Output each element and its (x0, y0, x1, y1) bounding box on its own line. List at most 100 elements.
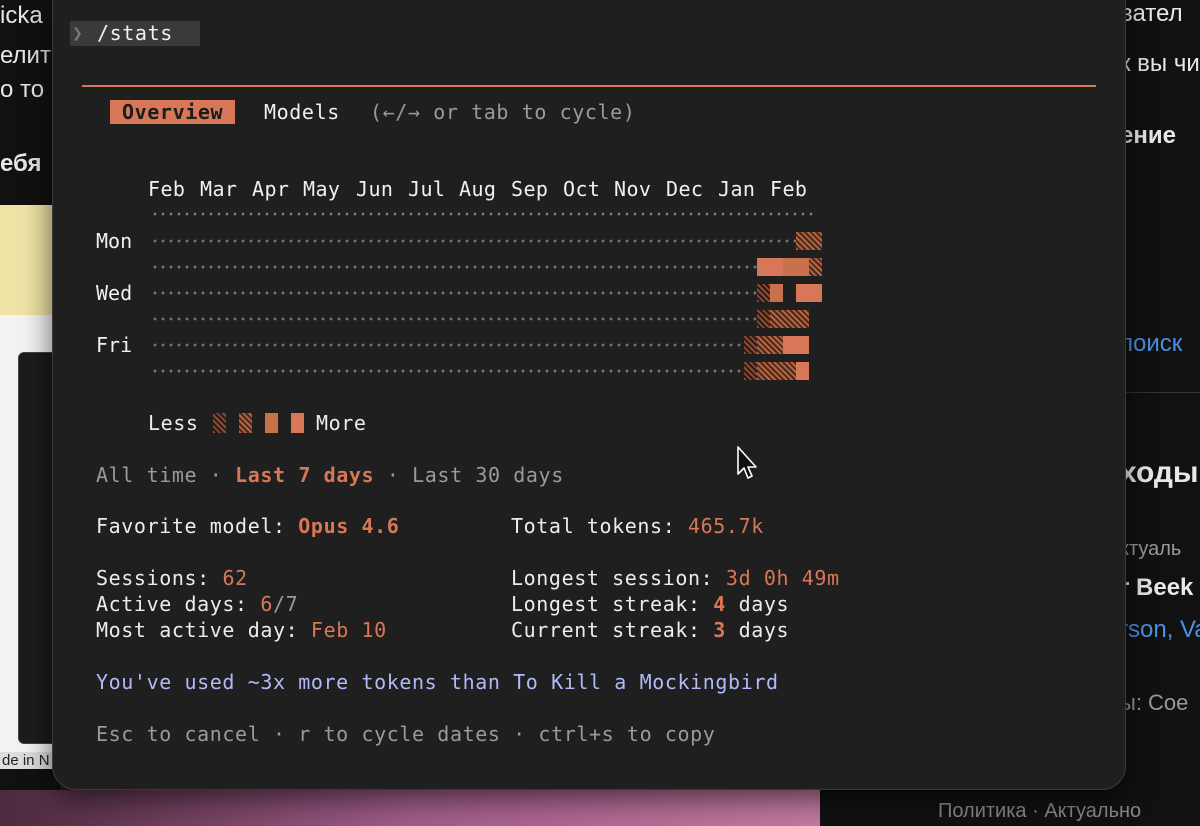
range-separator: · (209, 463, 223, 487)
legend-swatch (265, 413, 278, 433)
heatmap-cell (744, 336, 757, 354)
heatmap-cell (783, 336, 809, 354)
legend-less-label: Less (148, 411, 199, 435)
heatmap-cell (757, 258, 783, 276)
heatmap-cell (796, 362, 809, 380)
legend-swatch (239, 413, 252, 433)
legend-swatch (291, 413, 304, 433)
bg-link-fragment[interactable]: rson, Va (1120, 616, 1200, 644)
heatmap-row (151, 343, 744, 347)
heatmap-row (151, 239, 796, 243)
stat-current-streak: Current streak: 3 days (511, 617, 789, 643)
stat-total: /7 (273, 592, 299, 616)
heatmap-row (151, 317, 757, 321)
heatmap-month-label: Apr (252, 177, 290, 201)
stat-label: Active days: (96, 592, 248, 616)
stat-value: 465.7k (688, 514, 764, 538)
range-last-30-days[interactable]: Last 30 days (412, 463, 564, 487)
stat-sessions: Sessions: 62 (96, 565, 248, 591)
stat-value: 3d 0h 49m (725, 566, 840, 590)
heatmap-cell (770, 310, 809, 328)
tab-cycle-hint: (←/→ or tab to cycle) (370, 100, 636, 124)
heatmap-month-label: Feb (148, 177, 186, 201)
bg-text-fragment: ы: Сое (1120, 690, 1189, 715)
stat-longest-session: Longest session: 3d 0h 49m (511, 565, 840, 591)
stat-label: Favorite model: (96, 514, 286, 538)
footer-shortcuts: Esc to cancel · r to cycle dates · ctrl+… (96, 722, 716, 746)
bg-text-fragment: r Beek (1120, 574, 1194, 601)
stat-value: 4 (713, 592, 726, 616)
heatmap-cell (796, 232, 822, 250)
stat-unit: days (738, 592, 790, 616)
heatmap-month-label: May (303, 177, 341, 201)
stat-value: 62 (222, 566, 248, 590)
range-all-time[interactable]: All time (96, 463, 197, 487)
heatmap-cell (757, 310, 770, 328)
range-selector: All time · Last 7 days · Last 30 days (96, 462, 564, 488)
bg-text-fragment: Политика · Актуально (938, 800, 1142, 822)
heatmap-month-label: Sep (511, 177, 549, 201)
background-desktop-wallpaper (0, 790, 820, 826)
bg-link-fragment[interactable]: поиск (1120, 330, 1182, 358)
stat-value: 3 (713, 618, 726, 642)
heatmap-month-label: Dec (666, 177, 704, 201)
stat-label: Longest session: (511, 566, 714, 590)
prompt-chevron-icon: ❯ (72, 23, 83, 44)
range-last-7-days[interactable]: Last 7 days (235, 463, 374, 487)
stat-value: Opus 4.6 (298, 514, 400, 538)
background-left-window: icka елит о то ебя de in N (0, 0, 60, 826)
stat-value: Feb 10 (310, 618, 387, 642)
background-bottom-bar: Политика · Актуально (820, 790, 1141, 826)
bg-text-fragment: ктуаль (1120, 538, 1182, 560)
heatmap-cell (796, 284, 822, 302)
heatmap-month-label: Feb (770, 177, 808, 201)
bg-text-fragment: icka (0, 2, 43, 29)
heatmap-day-label: Wed (96, 281, 133, 305)
mouse-pointer-icon (737, 446, 757, 479)
heatmap-cell (757, 336, 783, 354)
heatmap-row (151, 291, 757, 295)
heatmap-cell (770, 284, 783, 302)
range-separator: · (386, 463, 400, 487)
heatmap-row (151, 265, 757, 269)
heatmap-cell (809, 258, 822, 276)
stat-longest-streak: Longest streak: 4 days (511, 591, 789, 617)
heatmap-cell (757, 362, 796, 380)
tab-models[interactable]: Models (264, 99, 340, 125)
heatmap-month-label: Jan (718, 177, 756, 201)
fun-fact: You've used ~3x more tokens than To Kill… (96, 670, 779, 694)
stat-label: Total tokens: (511, 514, 676, 538)
stat-unit: days (738, 618, 790, 642)
bg-text-fragment: вател (1120, 0, 1183, 27)
heatmap-month-label: Jun (356, 177, 394, 201)
panel-divider (82, 85, 1096, 87)
bg-text-fragment: ение (1120, 122, 1176, 149)
command-text[interactable]: /stats (97, 21, 173, 46)
stat-most-active-day: Most active day: Feb 10 (96, 617, 387, 643)
heatmap-month-label: Aug (459, 177, 497, 201)
stat-active-days: Active days: 6/7 (96, 591, 298, 617)
bg-text-fragment: ебя (0, 150, 42, 177)
legend-swatch (213, 413, 226, 433)
stat-favorite-model: Favorite model: Opus 4.6 (96, 513, 399, 539)
heatmap-month-label: Mar (200, 177, 238, 201)
bg-text-fragment: ходы (1120, 456, 1199, 489)
heatmap-day-label: Fri (96, 333, 133, 357)
stat-total-tokens: Total tokens: 465.7k (511, 513, 764, 539)
stat-label: Current streak: (511, 618, 701, 642)
heatmap-month-label: Oct (563, 177, 601, 201)
tab-overview[interactable]: Overview (110, 100, 236, 124)
stat-label: Most active day: (96, 618, 299, 642)
heatmap-row (151, 369, 744, 373)
heatmap-cell (757, 284, 770, 302)
heatmap-month-label: Nov (614, 177, 652, 201)
heatmap-day-label: Mon (96, 229, 133, 253)
bg-caption: de in N (0, 752, 52, 769)
heatmap-row-header (151, 212, 815, 216)
stat-value: 6 (260, 592, 274, 616)
bg-text-fragment: о то (0, 76, 45, 103)
heatmap-month-label: Jul (408, 177, 446, 201)
heatmap-cell (783, 258, 809, 276)
stat-label: Longest streak: (511, 592, 701, 616)
bg-text-fragment: елит (0, 42, 51, 69)
